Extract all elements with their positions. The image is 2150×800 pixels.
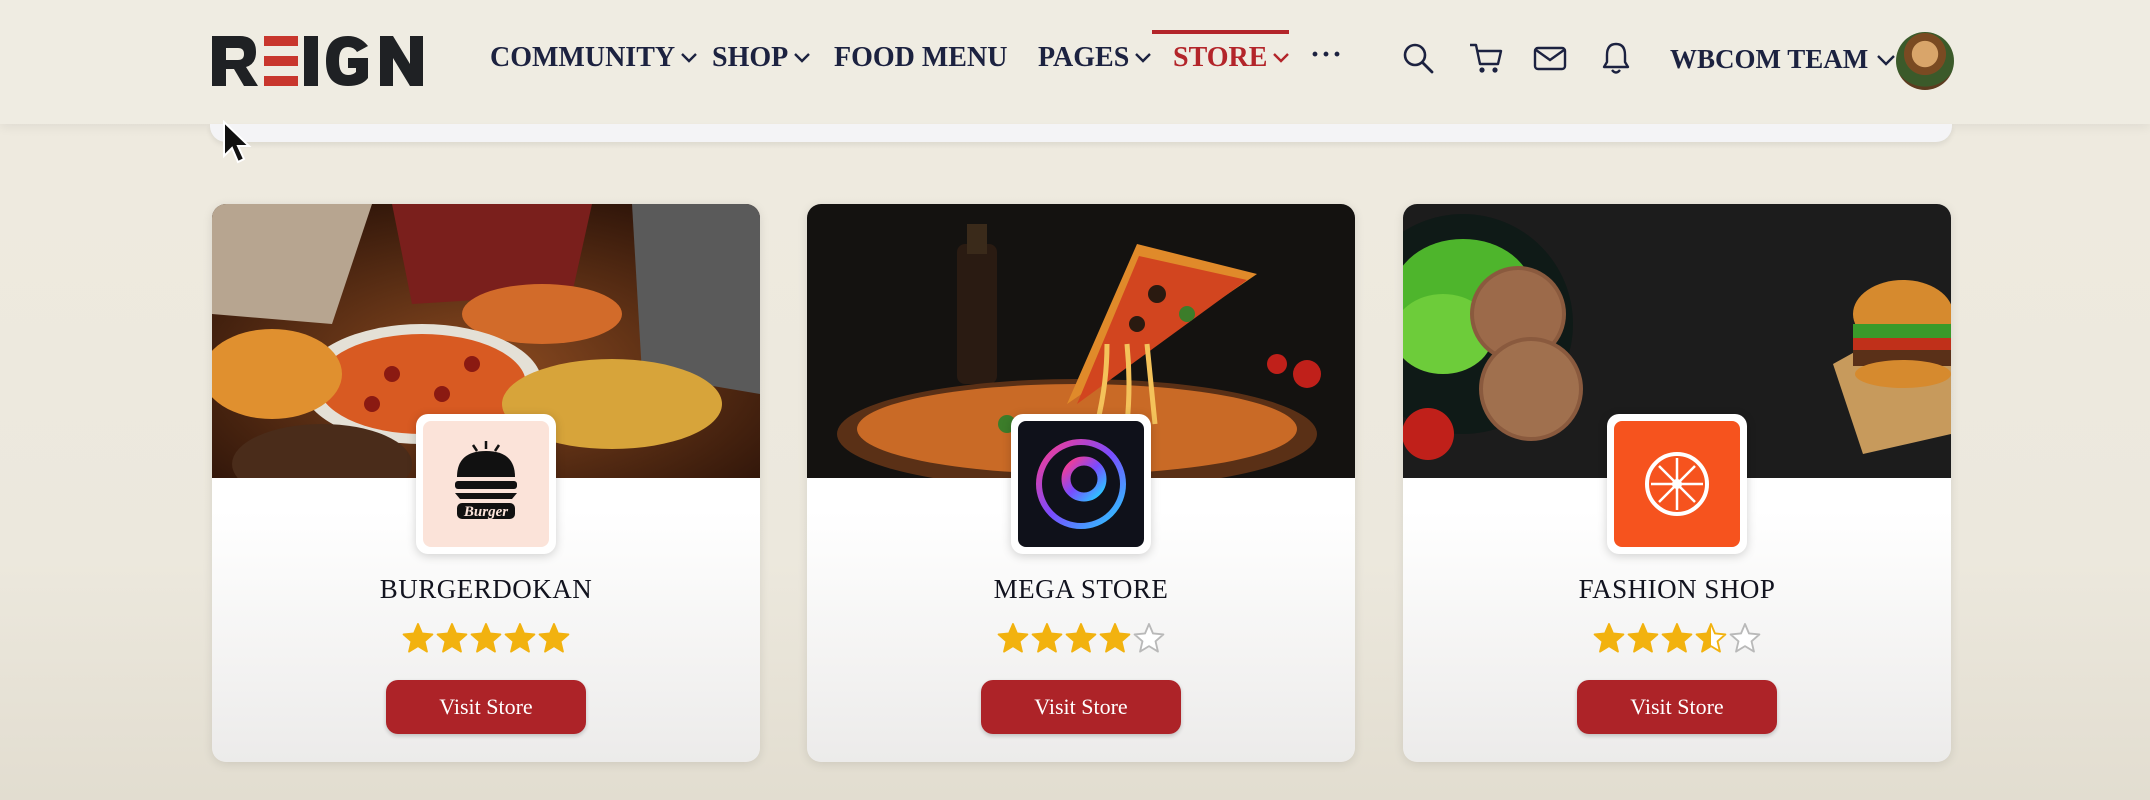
- site-header: COMMUNITY SHOP FOOD MENU PAGES STORE ···…: [0, 0, 2150, 124]
- nav-label: SHOP: [712, 42, 789, 73]
- p-logo-icon: [1018, 421, 1144, 547]
- orange-slice-logo-icon: [1614, 421, 1740, 547]
- chevron-down-icon: [681, 53, 697, 63]
- store-card: Burger BURGERDOKAN Visit Store: [212, 204, 760, 762]
- nav-label: PAGES: [1038, 42, 1130, 73]
- nav-pages[interactable]: PAGES: [1038, 42, 1152, 74]
- mouse-cursor-icon: [223, 120, 252, 164]
- nav-community[interactable]: COMMUNITY: [490, 42, 697, 74]
- store-name: MEGA STORE: [993, 574, 1169, 604]
- star-icon: [1031, 623, 1063, 653]
- star-icon: [1661, 623, 1693, 653]
- nav-shop[interactable]: SHOP: [712, 42, 811, 74]
- store-card: FASHION SHOP Visit Store: [1403, 204, 1951, 762]
- nav-label: STORE: [1173, 42, 1268, 73]
- star-icon: [504, 623, 536, 653]
- store-card: MEGA STORE Visit Store: [807, 204, 1355, 762]
- chevron-down-icon: [1135, 53, 1152, 63]
- star-icon: [436, 623, 468, 653]
- burger-logo-icon: Burger: [423, 421, 549, 547]
- star-icon: [1627, 623, 1659, 653]
- chevron-down-icon: [1877, 54, 1896, 66]
- nav-food-menu[interactable]: FOOD MENU: [834, 42, 1007, 74]
- star-rating: [807, 622, 1355, 659]
- visit-store-button[interactable]: Visit Store: [386, 680, 586, 734]
- visit-store-button[interactable]: Visit Store: [981, 680, 1181, 734]
- avatar[interactable]: [1896, 32, 1954, 90]
- star-icon: [997, 623, 1029, 653]
- store-logo[interactable]: [1011, 414, 1151, 554]
- star-icon: [470, 623, 502, 653]
- star-rating: [1403, 622, 1951, 659]
- star-icon: [1065, 623, 1097, 653]
- cart-icon[interactable]: [1468, 40, 1504, 76]
- store-logo[interactable]: [1607, 414, 1747, 554]
- star-icon: [1133, 623, 1165, 653]
- bell-icon[interactable]: [1598, 40, 1634, 76]
- star-icon: [402, 623, 434, 653]
- more-menu-button[interactable]: ···: [1310, 38, 1343, 72]
- reign-logo[interactable]: [208, 30, 428, 92]
- mail-icon[interactable]: [1532, 40, 1568, 76]
- store-logo[interactable]: Burger: [416, 414, 556, 554]
- star-icon: [1695, 623, 1727, 653]
- visit-store-button[interactable]: Visit Store: [1577, 680, 1777, 734]
- search-icon[interactable]: [1400, 40, 1436, 76]
- store-name: FASHION SHOP: [1578, 574, 1776, 604]
- user-name: WBCOM TEAM: [1670, 44, 1869, 74]
- chevron-down-icon: [1273, 53, 1290, 63]
- nav-label: FOOD MENU: [834, 42, 1008, 73]
- star-icon: [1593, 623, 1625, 653]
- star-icon: [538, 623, 570, 653]
- nav-store[interactable]: STORE: [1173, 42, 1290, 74]
- user-menu[interactable]: WBCOM TEAM: [1670, 44, 1896, 75]
- store-name: BURGERDOKAN: [379, 574, 593, 604]
- svg-text:Burger: Burger: [463, 504, 508, 520]
- star-rating: [212, 622, 760, 659]
- chevron-down-icon: [794, 53, 811, 63]
- nav-label: COMMUNITY: [490, 42, 676, 73]
- search-panel-edge: [210, 124, 1952, 142]
- star-icon: [1729, 623, 1761, 653]
- star-icon: [1099, 623, 1131, 653]
- active-nav-indicator: [1152, 30, 1289, 34]
